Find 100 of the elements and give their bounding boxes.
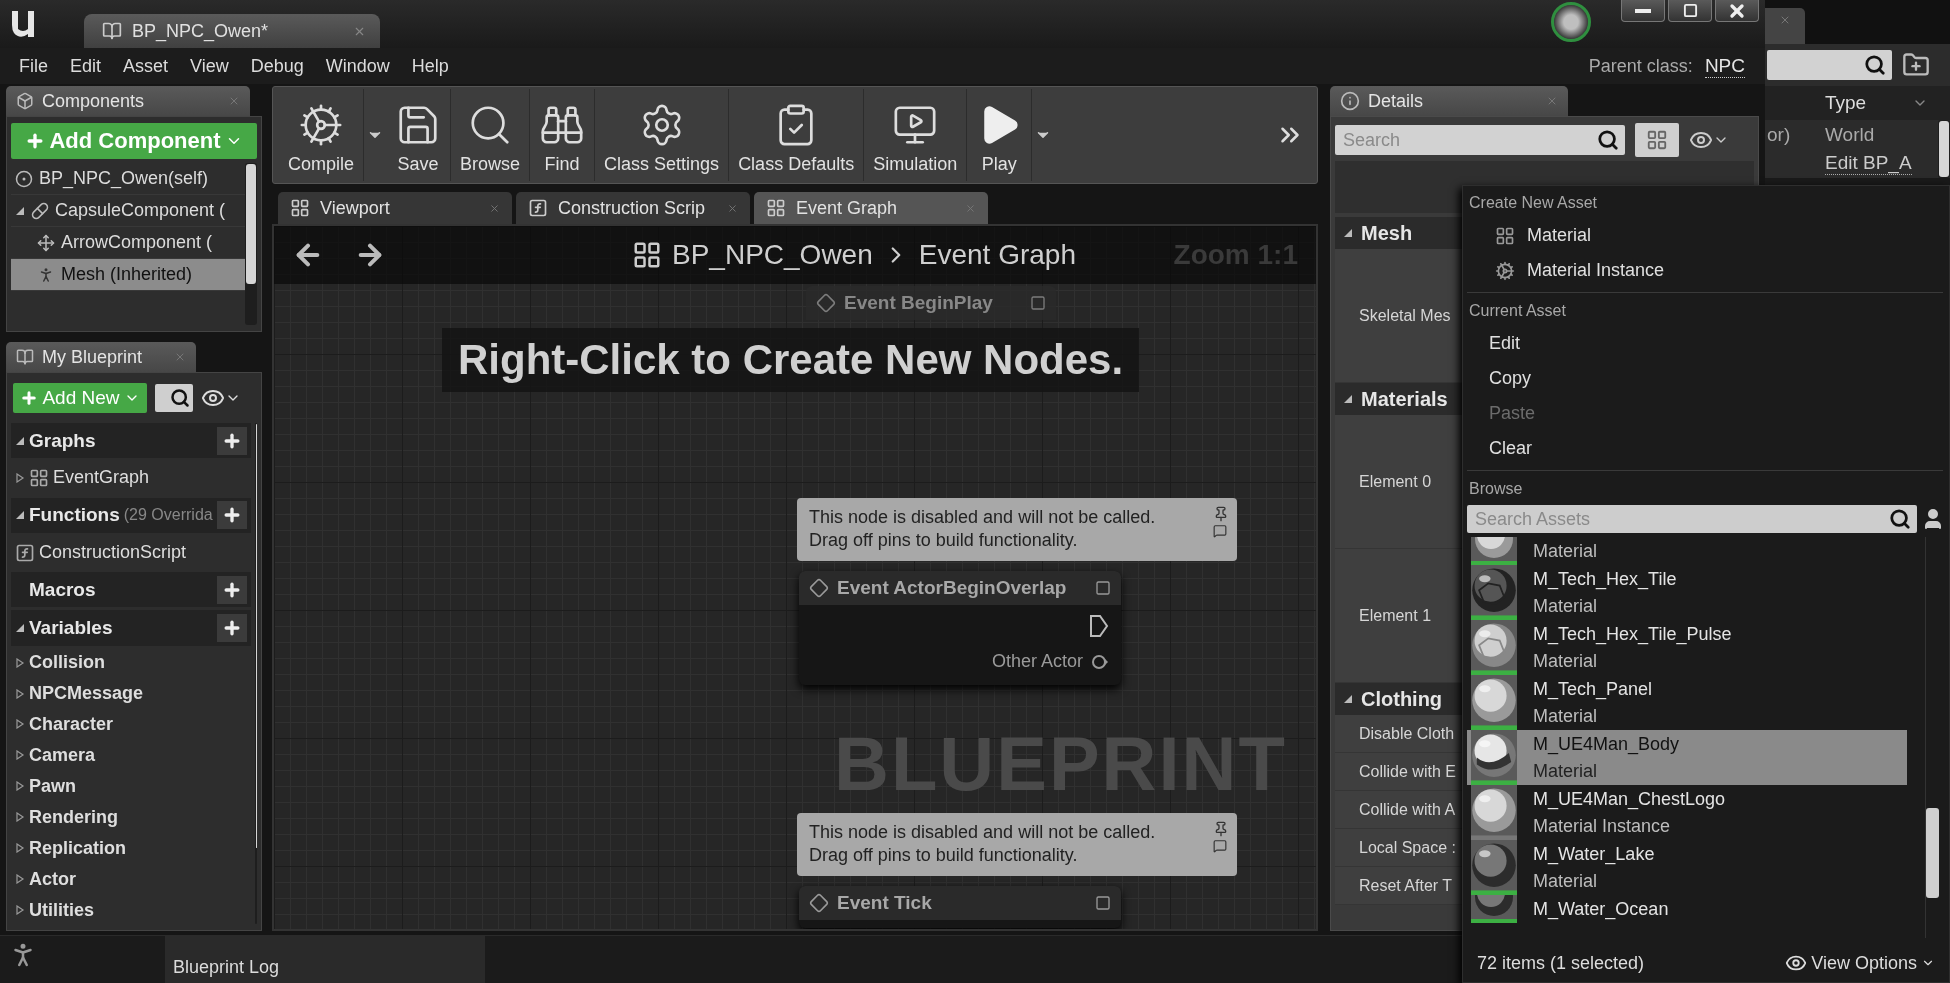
add-folder-icon[interactable] xyxy=(1902,51,1930,79)
toolbar-button[interactable]: Save xyxy=(386,89,452,181)
search-input[interactable]: Search Assets xyxy=(1473,507,1889,531)
scrollbar[interactable] xyxy=(245,163,257,325)
add-button[interactable] xyxy=(216,614,247,643)
search-box[interactable] xyxy=(1767,50,1892,80)
material-row[interactable]: M_UE4Man_ChestLogo Material Instance xyxy=(1467,785,1907,840)
list-item[interactable]: EventGraph xyxy=(11,461,251,495)
section-header[interactable]: Variables xyxy=(11,610,251,646)
delegate-pin-icon[interactable] xyxy=(1095,894,1111,911)
expand-arrow-icon[interactable] xyxy=(15,205,25,216)
menu-entry[interactable]: Material Instance xyxy=(1467,253,1949,288)
view-options-button[interactable]: View Options xyxy=(1779,951,1941,975)
expand-arrow-icon[interactable] xyxy=(1343,694,1353,704)
editor-tab[interactable]: Event Graph xyxy=(754,192,988,224)
tree-item[interactable]: Mesh (Inherited) xyxy=(11,259,245,291)
toolbar-button[interactable]: Compile xyxy=(279,89,365,181)
add-button[interactable] xyxy=(216,575,247,604)
exec-pin-icon[interactable] xyxy=(1089,613,1109,638)
search-box[interactable]: Search Assets xyxy=(1467,505,1917,533)
table-header[interactable]: Type xyxy=(1765,86,1950,120)
menu-entry[interactable]: Material xyxy=(1467,218,1949,253)
list-item[interactable]: Camera xyxy=(11,741,251,770)
list-item[interactable]: Pawn xyxy=(11,772,251,801)
expand-arrow-icon[interactable] xyxy=(15,472,25,483)
menu-item[interactable]: View xyxy=(179,51,240,81)
scrollbar[interactable] xyxy=(254,423,257,924)
expand-arrow-icon[interactable] xyxy=(15,510,25,521)
toolbar-button[interactable]: Class Settings xyxy=(595,89,730,181)
menu-entry[interactable]: Clear xyxy=(1467,431,1949,466)
graph-canvas[interactable] xyxy=(272,224,1318,931)
menu-item[interactable]: Window xyxy=(314,51,401,81)
status-icon[interactable] xyxy=(1551,2,1591,42)
section-header[interactable]: Graphs xyxy=(11,423,251,459)
material-row[interactable]: M_UE4Man_Body Material xyxy=(1467,730,1907,785)
edit-link[interactable]: Edit BP_A xyxy=(1825,152,1912,175)
scrollbar[interactable] xyxy=(1925,537,1939,938)
list-item[interactable]: Actor xyxy=(11,865,251,894)
expand-arrow-icon[interactable] xyxy=(15,812,25,823)
editor-tab[interactable]: Viewport xyxy=(278,192,512,224)
list-item[interactable]: Collision xyxy=(11,648,251,677)
toolbar-button[interactable]: Find xyxy=(530,89,596,181)
breadcrumb[interactable]: BP_NPC_Owen xyxy=(672,239,873,271)
list-item[interactable]: Character xyxy=(11,710,251,739)
material-row[interactable]: M_Water_Ocean xyxy=(1467,895,1907,923)
panel-tab[interactable]: Details xyxy=(1330,86,1568,116)
breadcrumb[interactable]: Event Graph xyxy=(918,239,1076,271)
menu-entry[interactable]: Edit xyxy=(1467,326,1949,361)
add-button[interactable] xyxy=(216,426,247,455)
panel-tab[interactable]: Components xyxy=(6,86,250,116)
tree-item[interactable]: CapsuleComponent ( xyxy=(11,195,245,227)
list-item[interactable]: Rendering xyxy=(11,803,251,832)
toolbar-button[interactable]: Simulation xyxy=(864,89,968,181)
material-row[interactable]: M_Tech_Hex_Tile_Pulse Material xyxy=(1467,620,1907,675)
delegate-pin-icon[interactable] xyxy=(1030,295,1046,311)
expand-arrow-icon[interactable] xyxy=(1343,228,1353,238)
expand-arrow-icon[interactable] xyxy=(15,688,25,699)
toolbar-button[interactable]: Play xyxy=(967,89,1033,181)
panel-tab[interactable]: My Blueprint xyxy=(6,342,196,372)
search-box[interactable]: Search xyxy=(1335,125,1625,155)
menu-item[interactable]: File xyxy=(8,51,59,81)
log-tab[interactable]: Blueprint Log xyxy=(165,936,485,983)
expand-arrow-icon[interactable] xyxy=(1343,394,1353,404)
menu-item[interactable]: Asset xyxy=(112,51,180,81)
object-pin-icon[interactable] xyxy=(1091,652,1109,671)
menu-item[interactable]: Edit xyxy=(59,51,113,81)
expand-arrow-icon[interactable] xyxy=(15,905,25,915)
maximize-button[interactable] xyxy=(1668,0,1712,22)
section-header[interactable]: Functions (29 Overrida xyxy=(11,497,251,533)
document-tab[interactable]: BP_NPC_Owen* xyxy=(84,14,380,48)
add-button[interactable] xyxy=(216,501,247,530)
menu-item[interactable]: Debug xyxy=(239,51,315,81)
parent-class-link[interactable]: NPC xyxy=(1704,54,1745,78)
expand-arrow-icon[interactable] xyxy=(15,657,25,668)
search-button[interactable] xyxy=(155,384,193,412)
list-item[interactable]: ConstructionScript xyxy=(11,535,251,570)
expand-arrow-icon[interactable] xyxy=(15,874,25,885)
menu-entry[interactable]: Copy xyxy=(1467,361,1949,396)
list-item[interactable]: NPCMessage xyxy=(11,679,251,708)
material-row[interactable]: M_Tech_Hex_Tile Material xyxy=(1467,565,1907,620)
tree-item[interactable]: BP_NPC_Owen(self) xyxy=(11,163,245,195)
expand-arrow-icon[interactable] xyxy=(15,843,25,854)
section-header[interactable]: Macros xyxy=(11,572,251,608)
comment-icon[interactable] xyxy=(1213,524,1227,538)
list-item[interactable]: Replication xyxy=(11,834,251,863)
toolbar-button[interactable]: Browse xyxy=(451,89,531,181)
expand-arrow-icon[interactable] xyxy=(15,435,25,446)
search-input[interactable]: Search xyxy=(1341,128,1597,152)
event-node[interactable]: Event Tick xyxy=(799,885,1121,928)
list-item[interactable]: Utilities xyxy=(11,896,251,924)
delegate-pin-icon[interactable] xyxy=(1095,579,1111,596)
scrollbar[interactable] xyxy=(1938,120,1950,178)
event-node[interactable]: Event ActorBeginOverlap Other Actor xyxy=(799,570,1121,685)
editor-tab[interactable]: Construction Scrip xyxy=(516,192,750,224)
expand-arrow-icon[interactable] xyxy=(15,623,25,634)
expand-arrow-icon[interactable] xyxy=(15,750,25,761)
toolbar-button[interactable]: Class Defaults xyxy=(729,89,865,181)
pin-icon[interactable] xyxy=(1213,506,1229,522)
expand-arrow-icon[interactable] xyxy=(15,719,25,730)
pin-icon[interactable] xyxy=(1213,821,1229,837)
